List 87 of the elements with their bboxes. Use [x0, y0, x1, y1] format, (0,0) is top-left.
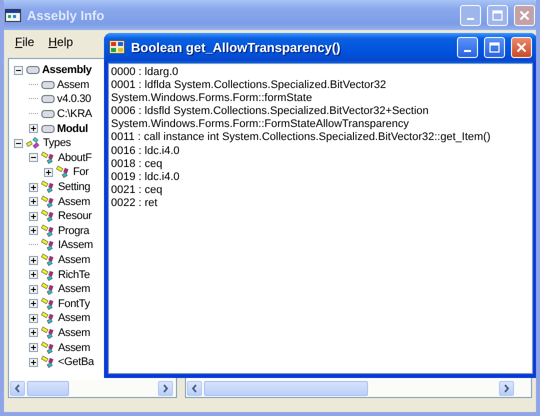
- maximize-button[interactable]: [484, 36, 505, 58]
- shapes-icon: [41, 355, 56, 370]
- tree-item[interactable]: AboutF: [58, 152, 92, 164]
- window-title: Assebly Info: [27, 8, 106, 22]
- expander-icon[interactable]: [14, 138, 23, 148]
- expander-icon[interactable]: [29, 153, 38, 162]
- tree-item[interactable]: Resour: [58, 210, 92, 222]
- tree-item[interactable]: Modul: [57, 122, 88, 135]
- expander-icon[interactable]: [29, 197, 38, 206]
- maximize-icon: [492, 10, 503, 20]
- tree-item[interactable]: Assem: [58, 342, 90, 354]
- minimize-icon: [464, 50, 471, 52]
- menu-item[interactable]: Help: [43, 35, 78, 49]
- tree-item[interactable]: Assem: [57, 78, 90, 91]
- close-icon: [519, 10, 530, 20]
- close-icon: [516, 42, 527, 52]
- close-button[interactable]: [511, 36, 532, 58]
- expander-icon[interactable]: [29, 314, 38, 323]
- expander-icon[interactable]: [29, 358, 38, 367]
- code-line: 0021 : ceq: [111, 184, 164, 197]
- tree-item[interactable]: <GetBa: [58, 356, 94, 368]
- cylinder-icon: [41, 94, 55, 104]
- shapes-icon: [41, 340, 56, 355]
- shapes-icon: [41, 194, 56, 209]
- code-line: 0011 : call instance int System.Collections.Specialized.BitVector32::get_Item(): [111, 131, 492, 145]
- code-line: System.Windows.Forms.Form::formState: [111, 92, 314, 106]
- tree-item[interactable]: v4.0.30: [57, 93, 91, 106]
- cylinder-icon: [41, 109, 55, 120]
- expander-icon[interactable]: [29, 212, 38, 221]
- shapes-icon: [41, 180, 56, 194]
- shapes-icon: [41, 311, 56, 326]
- tree-item[interactable]: Assem: [58, 312, 90, 324]
- cylinder-icon: [41, 124, 55, 134]
- shapes-icon: [41, 209, 56, 224]
- tree-item[interactable]: Setting: [58, 181, 90, 194]
- expander-icon[interactable]: [29, 328, 38, 338]
- cylinder-icon: [26, 65, 40, 76]
- dialog-title: Boolean get_AllowTransparency(): [131, 40, 342, 54]
- shapes-icon: [26, 136, 41, 150]
- tree-item[interactable]: RichTe: [58, 268, 90, 281]
- minimize-button[interactable]: [457, 36, 478, 58]
- code-line: 0018 : ceq: [111, 158, 164, 171]
- cylinder-icon: [41, 80, 55, 90]
- maximize-icon: [489, 42, 500, 52]
- expander-icon[interactable]: [29, 124, 38, 134]
- tree-item[interactable]: C:\KRA: [57, 108, 92, 120]
- window-icon: [109, 40, 125, 54]
- shapes-icon: [41, 326, 56, 340]
- tree-item[interactable]: Progra: [58, 224, 90, 237]
- code-line: 0019 : ldc.i4.0: [111, 170, 180, 184]
- menu-item[interactable]: File: [10, 35, 40, 49]
- expander-icon[interactable]: [14, 66, 23, 75]
- tree-item[interactable]: Assembly: [42, 64, 92, 76]
- expander-icon[interactable]: [29, 284, 38, 294]
- expander-icon[interactable]: [29, 343, 38, 352]
- shapes-icon: [41, 296, 56, 311]
- tree-item[interactable]: Assem: [58, 196, 90, 208]
- shapes-icon: [41, 282, 56, 296]
- shapes-icon: [41, 268, 56, 282]
- code-line: 0006 : ldsfld System.Collections.Specialized.BitVector32+Section: [111, 105, 430, 118]
- tree-item[interactable]: For: [73, 166, 89, 178]
- expander-icon[interactable]: [29, 256, 38, 265]
- tree-item[interactable]: Assem: [58, 283, 90, 296]
- code-line: 0022 : ret: [111, 196, 158, 210]
- tree-item[interactable]: Assem: [58, 326, 90, 339]
- minimize-icon: [467, 18, 474, 20]
- expander-icon[interactable]: [29, 182, 38, 192]
- shapes-icon: [41, 238, 56, 252]
- expander-icon[interactable]: [29, 299, 38, 308]
- horizontal-scrollbar[interactable]: [186, 380, 531, 397]
- code-line: System.Windows.Forms.Form::FormStateAllowTransparency: [111, 118, 410, 132]
- tree-item[interactable]: Types: [43, 137, 71, 150]
- code-line: 0016 : ldc.i4.0: [111, 144, 180, 158]
- expander-icon[interactable]: [29, 226, 38, 236]
- shapes-icon: [56, 165, 71, 180]
- window-icon: [5, 8, 21, 22]
- shapes-icon: [41, 150, 56, 165]
- horizontal-scrollbar[interactable]: [9, 380, 176, 397]
- tree-item[interactable]: IAssem: [58, 239, 93, 252]
- tree-item[interactable]: Assem: [58, 254, 90, 266]
- tree-item[interactable]: FontTy: [58, 298, 90, 310]
- code-line: 0000 : ldarg.0: [111, 66, 180, 80]
- code-line: 0001 : ldflda System.Collections.Specialized.BitVector32: [111, 79, 388, 92]
- shapes-icon: [41, 224, 56, 238]
- shapes-icon: [41, 253, 56, 268]
- expander-icon[interactable]: [29, 270, 38, 280]
- expander-icon[interactable]: [44, 168, 53, 177]
